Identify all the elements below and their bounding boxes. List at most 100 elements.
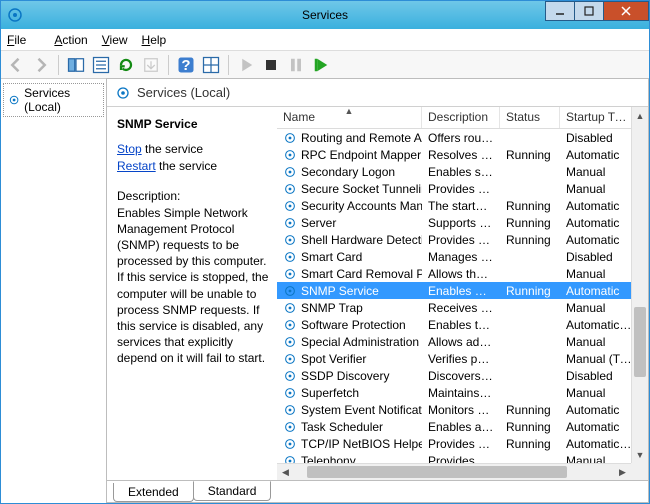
- scroll-corner: [631, 463, 648, 480]
- service-row[interactable]: SuperfetchMaintains a...Manual: [277, 384, 648, 401]
- col-description[interactable]: Description: [422, 107, 500, 128]
- cell-status: Running: [500, 284, 560, 298]
- col-status[interactable]: Status: [500, 107, 560, 128]
- minimize-button[interactable]: [545, 1, 575, 21]
- tab-extended[interactable]: Extended: [113, 483, 194, 502]
- hscroll-thumb[interactable]: [307, 466, 567, 478]
- restart-link[interactable]: Restart: [117, 159, 156, 173]
- cell-description: Supports fil...: [422, 216, 500, 230]
- cell-name: Secondary Logon: [277, 165, 422, 179]
- cell-startup: Disabled: [560, 131, 638, 145]
- cell-status: Running: [500, 420, 560, 434]
- col-name[interactable]: Name▲: [277, 107, 422, 128]
- grid-body[interactable]: Routing and Remote AccessOffers routi...…: [277, 129, 648, 480]
- cell-startup: Automatic: [560, 284, 638, 298]
- scroll-down-icon[interactable]: ▼: [632, 446, 648, 463]
- tab-standard[interactable]: Standard: [193, 481, 272, 501]
- cell-name: Smart Card: [277, 250, 422, 264]
- service-row[interactable]: ServerSupports fil...RunningAutomatic: [277, 214, 648, 231]
- scroll-right-icon[interactable]: ▶: [614, 464, 631, 480]
- grid-header: Name▲ Description Status Startup Type: [277, 107, 648, 129]
- service-row[interactable]: Secure Socket Tunneling Pr...Provides su…: [277, 180, 648, 197]
- service-row[interactable]: Routing and Remote AccessOffers routi...…: [277, 129, 648, 146]
- cell-name: Task Scheduler: [277, 420, 422, 434]
- cell-startup: Manual: [560, 301, 638, 315]
- service-row[interactable]: Security Accounts ManagerThe startup ...…: [277, 197, 648, 214]
- cell-name: Routing and Remote Access: [277, 131, 422, 145]
- stop-service-button[interactable]: [260, 54, 282, 76]
- cell-name: Secure Socket Tunneling Pr...: [277, 182, 422, 196]
- menu-view[interactable]: View: [102, 33, 128, 47]
- cell-description: Discovers n...: [422, 369, 500, 383]
- service-row[interactable]: Smart Card Removal PolicyAllows the s...…: [277, 265, 648, 282]
- tree-root[interactable]: Services (Local): [3, 83, 104, 117]
- vertical-scrollbar[interactable]: ▲ ▼: [631, 107, 648, 463]
- maximize-button[interactable]: [574, 1, 604, 21]
- scroll-left-icon[interactable]: ◀: [277, 464, 294, 480]
- body: Services (Local) Services (Local) SNMP S…: [1, 79, 649, 503]
- service-row[interactable]: SNMP ServiceEnables Sim...RunningAutomat…: [277, 282, 648, 299]
- cell-description: Allows adm...: [422, 335, 500, 349]
- cell-name: Smart Card Removal Policy: [277, 267, 422, 281]
- menu-action[interactable]: Action: [54, 33, 87, 47]
- col-startup[interactable]: Startup Type: [560, 107, 638, 128]
- cell-name: Superfetch: [277, 386, 422, 400]
- cell-startup: Manual (Trig...: [560, 352, 638, 366]
- service-row[interactable]: Spot VerifierVerifies pot...Manual (Trig…: [277, 350, 648, 367]
- pane-header: Services (Local): [107, 79, 648, 107]
- service-row[interactable]: Software ProtectionEnables the ...Automa…: [277, 316, 648, 333]
- scroll-up-icon[interactable]: ▲: [632, 107, 648, 124]
- start-service-button[interactable]: [235, 54, 257, 76]
- cell-status: Running: [500, 403, 560, 417]
- export-button[interactable]: [140, 54, 162, 76]
- cell-status: Running: [500, 233, 560, 247]
- cell-description: Enables the ...: [422, 318, 500, 332]
- cell-name: SSDP Discovery: [277, 369, 422, 383]
- service-row[interactable]: Smart CardManages ac... Disabled: [277, 248, 648, 265]
- cell-name: Server: [277, 216, 422, 230]
- help-button[interactable]: ?: [175, 54, 197, 76]
- menubar: File Action View Help: [1, 29, 649, 51]
- service-row[interactable]: TCP/IP NetBIOS HelperProvides su...Runni…: [277, 435, 648, 452]
- service-row[interactable]: Task SchedulerEnables a us...RunningAuto…: [277, 418, 648, 435]
- service-row[interactable]: SNMP TrapReceives tra...Manual: [277, 299, 648, 316]
- close-button[interactable]: [603, 1, 649, 21]
- pause-service-button[interactable]: [285, 54, 307, 76]
- cell-description: Allows the s...: [422, 267, 500, 281]
- refresh-button[interactable]: [115, 54, 137, 76]
- cell-description: Enables a us...: [422, 420, 500, 434]
- cell-description: Enables Sim...: [422, 284, 500, 298]
- cell-description: Provides su...: [422, 182, 500, 196]
- restart-service-button[interactable]: [310, 54, 332, 76]
- service-row[interactable]: RPC Endpoint MapperResolves RP...Running…: [277, 146, 648, 163]
- view-tabs: Extended Standard: [107, 480, 648, 502]
- forward-button[interactable]: [30, 54, 52, 76]
- cell-startup: Manual: [560, 267, 638, 281]
- cell-startup: Disabled: [560, 250, 638, 264]
- properties-button[interactable]: [90, 54, 112, 76]
- menu-help[interactable]: Help: [142, 33, 167, 47]
- cell-name: Software Protection: [277, 318, 422, 332]
- cell-description: Provides su...: [422, 437, 500, 451]
- service-row[interactable]: Special Administration Con...Allows adm.…: [277, 333, 648, 350]
- show-hide-tree-button[interactable]: [65, 54, 87, 76]
- description-label: Description:: [117, 189, 269, 203]
- window-controls: [546, 1, 649, 21]
- cell-startup: Automatic: [560, 403, 638, 417]
- cell-status: Running: [500, 437, 560, 451]
- right-pane: Services (Local) SNMP Service Stop the s…: [106, 78, 649, 503]
- vscroll-thumb[interactable]: [634, 307, 646, 377]
- stop-link[interactable]: Stop: [117, 142, 142, 156]
- service-row[interactable]: Secondary LogonEnables star...Manual: [277, 163, 648, 180]
- service-row[interactable]: Shell Hardware DetectionProvides no...Ru…: [277, 231, 648, 248]
- menu-file[interactable]: File: [7, 33, 40, 47]
- service-row[interactable]: System Event Notification S...Monitors s…: [277, 401, 648, 418]
- service-actions: Stop the service Restart the service: [117, 141, 269, 175]
- service-row[interactable]: SSDP DiscoveryDiscovers n...Disabled: [277, 367, 648, 384]
- cell-description: Manages ac...: [422, 250, 500, 264]
- back-button[interactable]: [5, 54, 27, 76]
- grid-view-button[interactable]: [200, 54, 222, 76]
- cell-startup: Automatic: [560, 199, 638, 213]
- cell-startup: Automatic (...: [560, 437, 638, 451]
- horizontal-scrollbar[interactable]: ◀ ▶: [277, 463, 631, 480]
